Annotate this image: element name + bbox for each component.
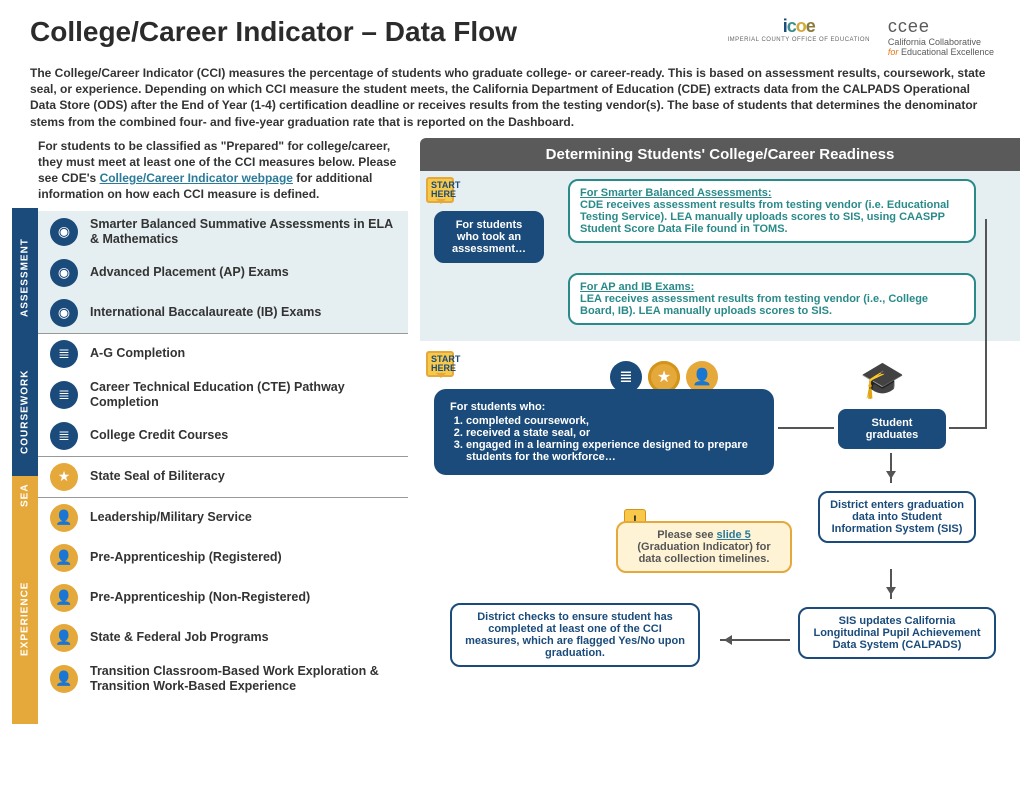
start-here-badge: START HERE (426, 351, 454, 377)
gauge-icon: ◉ (50, 259, 78, 287)
list-item: 👤Pre-Apprenticeship (Registered) (38, 538, 408, 578)
connector-line (949, 427, 985, 429)
sba-box: For Smarter Balanced Assessments:CDE rec… (568, 179, 976, 243)
person-icon: 👤 (50, 544, 78, 572)
intro-paragraph: The College/Career Indicator (CCI) measu… (0, 65, 1024, 138)
list-item: ★State Seal of Biliteracy (38, 457, 408, 497)
ccee-logo: ccee California Collaborativefor Educati… (888, 16, 994, 57)
slide5-link[interactable]: slide 5 (717, 529, 751, 541)
list-item: ◉Advanced Placement (AP) Exams (38, 253, 408, 293)
person-icon: 👤 (686, 361, 718, 393)
student-graduates-box: Student graduates (838, 409, 946, 449)
person-icon: 👤 (50, 665, 78, 693)
seal-icon: ★ (648, 361, 680, 393)
gauge-icon: ◉ (50, 299, 78, 327)
books-icon: ≣ (50, 340, 78, 368)
left-intro: For students to be classified as "Prepar… (38, 138, 408, 203)
flow-icons: ≣ ★ 👤 (610, 361, 718, 393)
connector-line (985, 219, 987, 429)
sis-updates-box: SIS updates California Longitudinal Pupi… (798, 607, 996, 659)
ap-ib-box: For AP and IB Exams:LEA receives assessm… (568, 273, 976, 325)
books-icon: ≣ (50, 422, 78, 450)
logo-area: icoe IMPERIAL COUNTY OFFICE OF EDUCATION… (728, 16, 994, 57)
coursework-label: COURSEWORK (12, 348, 38, 476)
list-item: 👤Pre-Apprenticeship (Non-Registered) (38, 578, 408, 618)
coursework-start-box: For students who: completed coursework, … (434, 389, 774, 475)
determining-header: Determining Students' College/Career Rea… (420, 138, 1020, 171)
list-item: 👤Leadership/Military Service (38, 498, 408, 538)
list-item: 👤State & Federal Job Programs (38, 618, 408, 658)
list-item: 👤Transition Classroom-Based Work Explora… (38, 658, 408, 700)
seal-icon: ★ (50, 463, 78, 491)
person-icon: 👤 (50, 504, 78, 532)
seal-label: SEA (12, 476, 38, 514)
gauge-icon: ◉ (50, 218, 78, 246)
list-item: ≣College Credit Courses (38, 416, 408, 456)
cci-webpage-link[interactable]: College/Career Indicator webpage (100, 171, 293, 185)
diploma-icon: 🎓 (860, 359, 905, 401)
district-checks-box: District checks to ensure student has co… (450, 603, 700, 667)
person-icon: 👤 (50, 584, 78, 612)
experience-label: EXPERIENCE (12, 514, 38, 724)
connector-line (778, 427, 834, 429)
list-item: ≣A-G Completion (38, 334, 408, 374)
assessment-label: ASSESSMENT (12, 208, 38, 348)
district-enters-box: District enters graduation data into Stu… (818, 491, 976, 543)
page-title: College/Career Indicator – Data Flow (30, 16, 728, 48)
person-icon: 👤 (50, 624, 78, 652)
assessment-start-box: For students who took an assessment… (434, 211, 544, 263)
icoe-logo: icoe IMPERIAL COUNTY OFFICE OF EDUCATION (728, 16, 870, 43)
arrow-down-icon (890, 569, 892, 599)
list-item: ◉Smarter Balanced Summative Assessments … (38, 211, 408, 253)
start-here-badge: START HERE (426, 177, 454, 203)
warning-box: Please see slide 5 (Graduation Indicator… (616, 521, 792, 573)
arrow-left-icon (720, 639, 790, 641)
arrow-down-icon (890, 453, 892, 483)
books-icon: ≣ (610, 361, 642, 393)
books-icon: ≣ (50, 381, 78, 409)
list-item: ◉International Baccalaureate (IB) Exams (38, 293, 408, 333)
list-item: ≣Career Technical Education (CTE) Pathwa… (38, 374, 408, 416)
